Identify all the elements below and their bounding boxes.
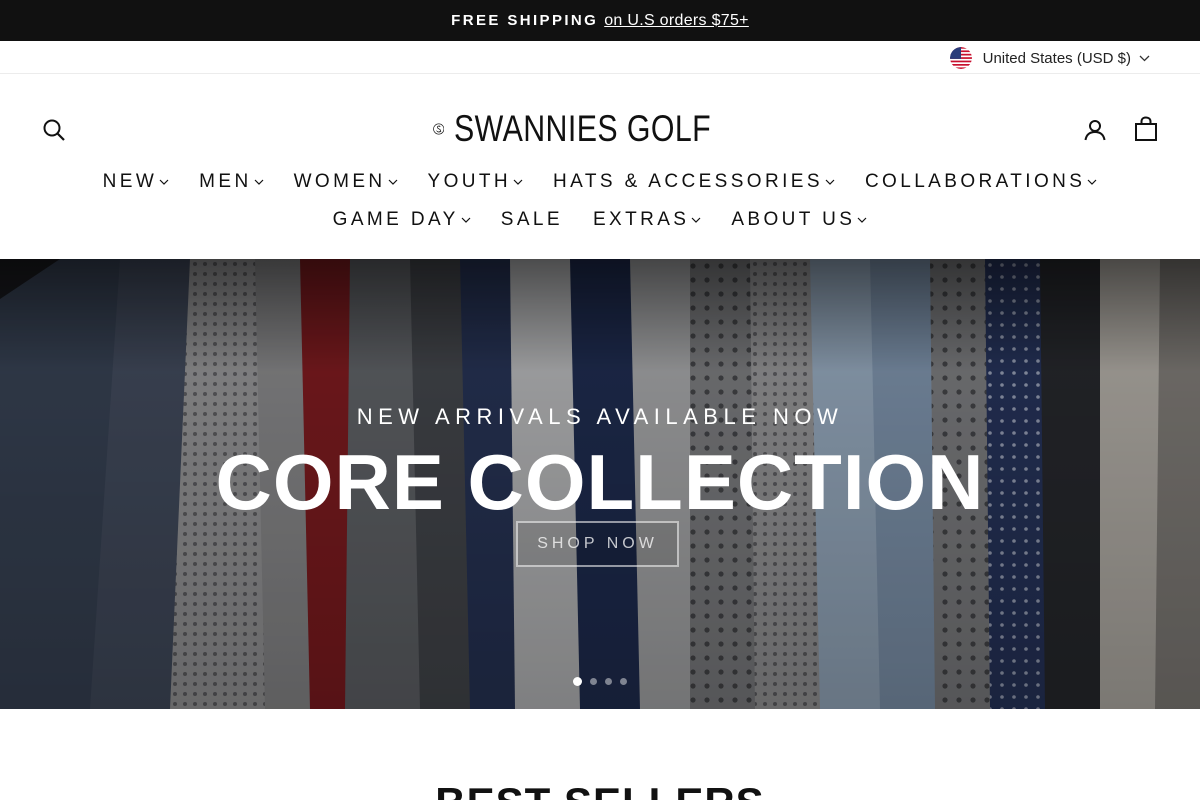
- nav-label: ABOUT US: [731, 209, 856, 230]
- nav-item-youth[interactable]: YOUTH: [413, 170, 539, 194]
- site-logo[interactable]: SWANNIES GOLF: [433, 103, 768, 155]
- nav-label: MEN: [199, 171, 252, 192]
- site-header: SWANNIES GOLF NEW MEN WOMEN YOUTH HATS &…: [0, 74, 1200, 259]
- account-button[interactable]: [1081, 116, 1109, 144]
- nav-label: YOUTH: [427, 171, 512, 192]
- nav-label: COLLABORATIONS: [864, 171, 1086, 192]
- logo-text: SWANNIES GOLF: [454, 108, 712, 149]
- nav-item-new[interactable]: NEW: [88, 170, 185, 194]
- search-icon: [43, 119, 65, 141]
- nav-item-men[interactable]: MEN: [184, 170, 278, 194]
- slide-dot-4[interactable]: [620, 678, 627, 685]
- swan-logo-icon: [433, 123, 445, 135]
- chevron-down-icon: [1139, 55, 1150, 61]
- main-nav-row-1: NEW MEN WOMEN YOUTH HATS & ACCESSORIES C…: [0, 170, 1200, 194]
- chevron-down-icon: [825, 179, 835, 185]
- slide-dots: [0, 677, 1200, 686]
- user-icon: [1084, 120, 1106, 141]
- slide-dot-1[interactable]: [573, 677, 582, 686]
- nav-item-game-day[interactable]: GAME DAY: [318, 208, 486, 232]
- chevron-down-icon: [857, 217, 867, 223]
- nav-item-about-us[interactable]: ABOUT US: [716, 208, 882, 232]
- best-sellers-title: BEST SELLERS: [0, 782, 1200, 800]
- chevron-down-icon: [691, 217, 701, 223]
- nav-item-collaborations[interactable]: COLLABORATIONS: [850, 170, 1112, 194]
- main-nav-row-2: GAME DAY SALE EXTRAS ABOUT US: [0, 208, 1200, 232]
- hero-title: CORE COLLECTION: [215, 438, 985, 526]
- nav-label: NEW: [102, 171, 158, 192]
- hero-subtitle: NEW ARRIVALS AVAILABLE NOW: [356, 404, 844, 429]
- announcement-bold: FREE SHIPPING: [451, 12, 599, 29]
- chevron-down-icon: [1087, 179, 1097, 185]
- nav-label: SALE: [500, 209, 563, 230]
- chevron-down-icon: [388, 179, 397, 185]
- slide-dot-2[interactable]: [590, 678, 597, 685]
- shop-now-button[interactable]: SHOP NOW: [516, 521, 679, 567]
- announcement-bar: FREE SHIPPING on U.S orders $75+: [0, 0, 1200, 41]
- nav-item-hats-accessories[interactable]: HATS & ACCESSORIES: [538, 170, 850, 194]
- chevron-down-icon: [159, 179, 169, 185]
- hero-slideshow[interactable]: NEW ARRIVALS AVAILABLE NOW CORE COLLECTI…: [0, 259, 1200, 709]
- nav-label: EXTRAS: [592, 209, 690, 230]
- cart-button[interactable]: [1132, 115, 1160, 143]
- search-button[interactable]: [40, 116, 68, 144]
- nav-label: GAME DAY: [332, 209, 459, 230]
- nav-item-sale[interactable]: SALE: [486, 208, 578, 232]
- chevron-down-icon: [513, 179, 523, 185]
- nav-label: WOMEN: [293, 171, 386, 192]
- nav-label: HATS & ACCESSORIES: [553, 171, 823, 192]
- slide-dot-3[interactable]: [605, 678, 612, 685]
- utility-bar: United States (USD $): [0, 41, 1200, 74]
- nav-item-extras[interactable]: EXTRAS: [578, 208, 716, 232]
- chevron-down-icon: [254, 179, 264, 185]
- currency-label: United States (USD $): [982, 49, 1131, 67]
- nav-item-women[interactable]: WOMEN: [279, 170, 413, 194]
- announcement-link[interactable]: on U.S orders $75+: [604, 12, 749, 30]
- currency-selector[interactable]: United States (USD $): [949, 47, 1150, 69]
- us-flag-icon: [949, 47, 972, 69]
- chevron-down-icon: [461, 217, 471, 223]
- bag-icon: [1135, 116, 1157, 141]
